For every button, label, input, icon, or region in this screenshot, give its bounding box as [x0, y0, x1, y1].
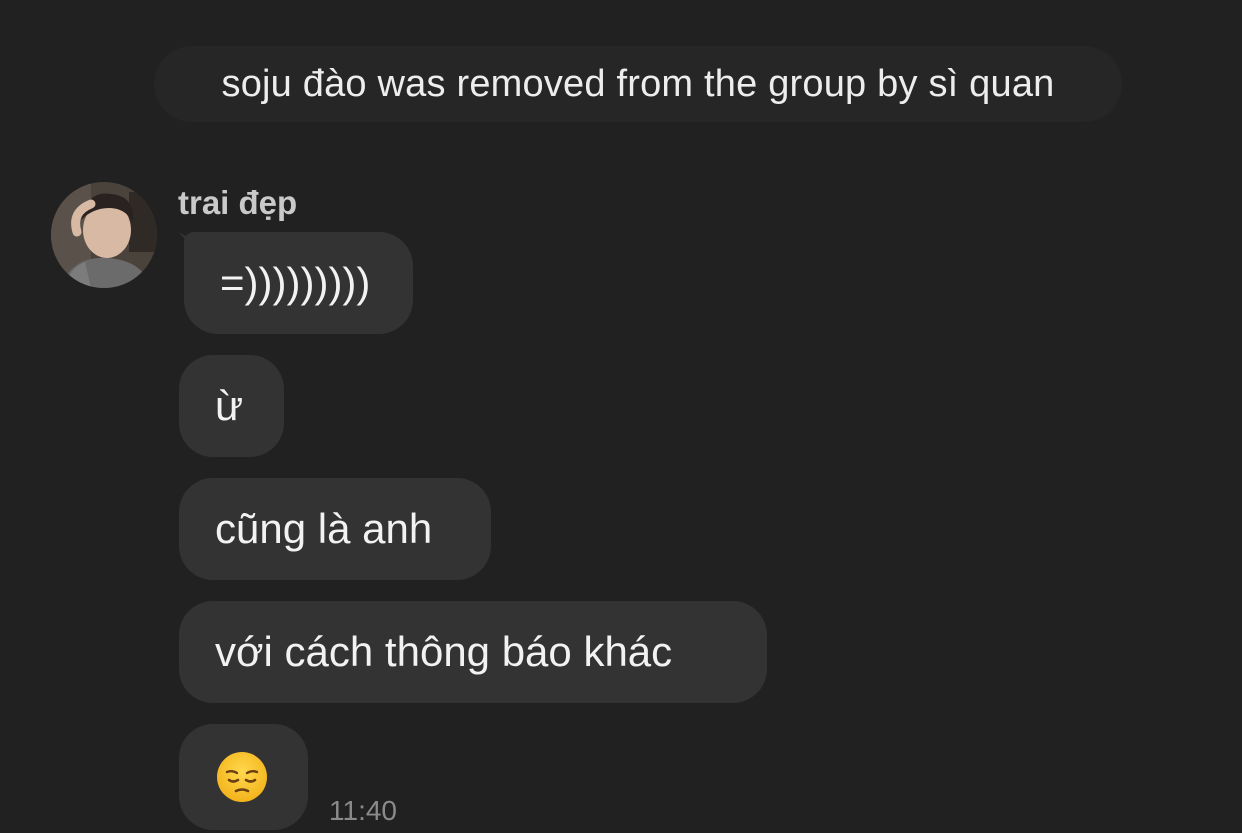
- message-text: =))))))))): [220, 259, 371, 306]
- system-notice-text: soju đào was removed from the group by s…: [221, 62, 1055, 105]
- message-text: ừ: [215, 382, 244, 429]
- sender-name: trai đẹp: [178, 184, 298, 221]
- message-bubble[interactable]: với cách thông báo khác: [179, 601, 767, 703]
- avatar[interactable]: [51, 182, 157, 288]
- message-text: với cách thông báo khác: [215, 628, 673, 675]
- system-notice: soju đào was removed from the group by s…: [154, 46, 1122, 122]
- pensive-face-emoji-icon: [217, 752, 267, 802]
- message-bubble[interactable]: cũng là anh: [179, 478, 491, 580]
- message-bubble[interactable]: ừ: [179, 355, 284, 457]
- message-bubble[interactable]: =))))))))): [184, 232, 413, 334]
- chat-screen: soju đào was removed from the group by s…: [0, 0, 1242, 833]
- message-text: cũng là anh: [215, 505, 433, 552]
- message-bubble[interactable]: [179, 724, 308, 830]
- message-timestamp: 11:40: [329, 795, 397, 826]
- avatar-photo-icon: [51, 182, 157, 288]
